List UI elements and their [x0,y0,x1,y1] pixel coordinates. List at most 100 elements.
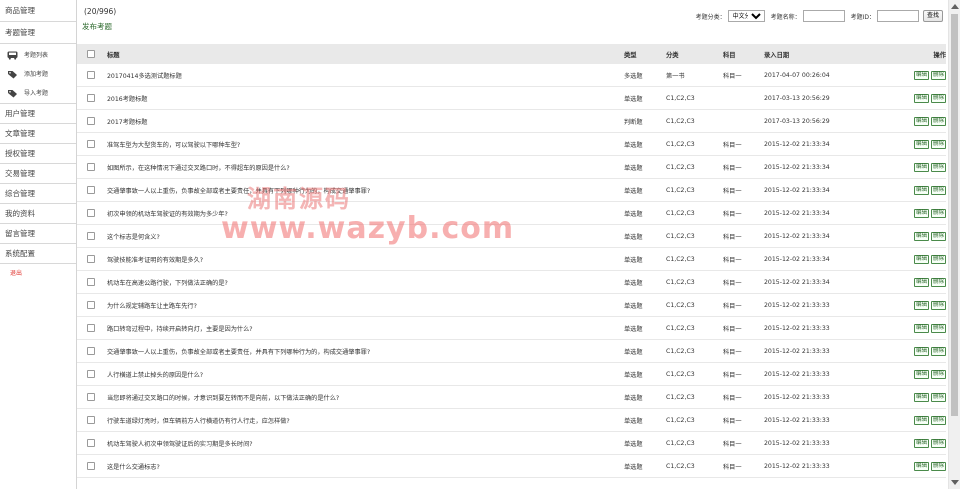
row-checkbox[interactable] [87,301,95,309]
category-select[interactable]: 中文分类 [727,10,765,22]
cell-title[interactable]: 当您即将通过交叉路口的时候，才意识到要左转而不是向前，以下做法正确的是什么? [105,393,624,402]
delete-button[interactable]: 删除 [930,438,946,448]
select-all-checkbox[interactable] [87,50,95,58]
delete-button[interactable]: 删除 [930,300,946,310]
delete-button[interactable]: 删除 [930,369,946,379]
delete-button[interactable]: 删除 [930,93,946,103]
delete-button[interactable]: 删除 [930,461,946,471]
edit-button[interactable]: 编辑 [913,323,929,333]
row-checkbox[interactable] [87,117,95,125]
cell-title[interactable]: 准驾车型为大型货车的，可以驾驶以下哪种车型? [105,140,624,149]
delete-button[interactable]: 删除 [930,139,946,149]
cell-title[interactable]: 2016考题标题 [105,94,624,103]
sidebar-item[interactable]: 交易管理 [0,164,76,184]
table-row: 如图所示，在这种情况下通过交叉路口时，不得超车的原因是什么? 单选题 C1,C2,C… [77,156,946,179]
cell-title[interactable]: 为什么规定辅路车让主路车先行? [105,301,624,310]
row-checkbox[interactable] [87,255,95,263]
delete-button[interactable]: 删除 [930,162,946,172]
delete-button[interactable]: 删除 [930,392,946,402]
scroll-up-arrow-icon[interactable] [951,4,959,9]
row-checkbox[interactable] [87,370,95,378]
edit-button[interactable]: 编辑 [913,392,929,402]
cell-date: 2015-12-02 21:33:34 [764,140,830,148]
sidebar-item[interactable]: 综合管理 [0,184,76,204]
edit-button[interactable]: 编辑 [913,116,929,126]
row-checkbox[interactable] [87,416,95,424]
row-checkbox[interactable] [87,209,95,217]
cell-ops: 编辑 删除 [912,392,946,402]
delete-button[interactable]: 删除 [930,208,946,218]
row-checkbox[interactable] [87,186,95,194]
row-checkbox[interactable] [87,324,95,332]
row-checkbox[interactable] [87,439,95,447]
cell-date: 2017-03-13 20:56:29 [764,94,830,102]
logout-link[interactable]: 退出 [0,264,76,284]
edit-button[interactable]: 编辑 [913,162,929,172]
name-input[interactable] [802,10,845,22]
sidebar-item[interactable]: 留言管理 [0,224,76,244]
delete-button[interactable]: 删除 [930,116,946,126]
row-checkbox[interactable] [87,71,95,79]
delete-button[interactable]: 删除 [930,346,946,356]
edit-button[interactable]: 编辑 [913,70,929,80]
vertical-scrollbar[interactable] [948,0,960,489]
sidebar-item[interactable]: 我的资料 [0,204,76,224]
cell-title[interactable]: 行驶车道绿灯亮时，但车辆前方人行横道仍有行人行走，应怎样做? [105,416,624,425]
cell-title[interactable]: 这是什么交通标志? [105,462,624,471]
row-checkbox[interactable] [87,163,95,171]
cell-checkbox [77,439,105,447]
edit-button[interactable]: 编辑 [913,461,929,471]
publish-question-link[interactable]: 发布考题 [82,21,112,32]
row-checkbox[interactable] [87,232,95,240]
row-checkbox[interactable] [87,347,95,355]
row-checkbox[interactable] [87,393,95,401]
cell-title[interactable]: 交通肇事致一人以上重伤，负事故全部或者主要责任，并具有下列哪种行为的，构成交通肇… [105,347,624,356]
cell-date: 2015-12-02 21:33:34 [764,255,830,263]
sidebar-item[interactable]: 考题管理 [0,22,76,44]
cell-title[interactable]: 驾驶技能准考证明的有效期是多久? [105,255,624,264]
scrollbar-thumb[interactable] [951,14,958,416]
scroll-down-arrow-icon[interactable] [951,480,959,485]
edit-button[interactable]: 编辑 [913,369,929,379]
edit-button[interactable]: 编辑 [913,139,929,149]
cell-title[interactable]: 机动车在高速公路行驶，下列做法正确的是? [105,278,624,287]
edit-button[interactable]: 编辑 [913,231,929,241]
delete-button[interactable]: 删除 [930,254,946,264]
edit-button[interactable]: 编辑 [913,208,929,218]
sidebar-subitem[interactable]: 考题列表 [0,46,76,65]
delete-button[interactable]: 删除 [930,70,946,80]
row-checkbox[interactable] [87,140,95,148]
cell-title[interactable]: 交通肇事致一人以上重伤，负事故全部或者主要责任，并具有下列哪种行为的，构成交通肇… [105,186,624,195]
sidebar-item[interactable]: 用户管理 [0,104,76,124]
delete-button[interactable]: 删除 [930,323,946,333]
row-checkbox[interactable] [87,462,95,470]
cell-title[interactable]: 如图所示，在这种情况下通过交叉路口时，不得超车的原因是什么? [105,163,624,172]
delete-button[interactable]: 删除 [930,231,946,241]
edit-button[interactable]: 编辑 [913,93,929,103]
edit-button[interactable]: 编辑 [913,438,929,448]
edit-button[interactable]: 编辑 [913,415,929,425]
row-checkbox[interactable] [87,94,95,102]
edit-button[interactable]: 编辑 [913,185,929,195]
edit-button[interactable]: 编辑 [913,346,929,356]
cell-title[interactable]: 人行横道上禁止掉头的原因是什么? [105,370,624,379]
search-button[interactable]: 查找 [922,10,943,22]
edit-button[interactable]: 编辑 [913,277,929,287]
id-input[interactable] [876,10,919,22]
sidebar-item[interactable]: 系统配置 [0,244,76,264]
sidebar-subitem[interactable]: 添加考题 [0,65,76,84]
cell-title[interactable]: 路口转弯过程中，持续开启转向灯，主要是因为什么? [105,324,624,333]
sidebar-subitem[interactable]: 导入考题 [0,84,76,103]
edit-button[interactable]: 编辑 [913,254,929,264]
delete-button[interactable]: 删除 [930,185,946,195]
edit-button[interactable]: 编辑 [913,300,929,310]
cell-title[interactable]: 20170414多选测试题标题 [105,71,624,80]
delete-button[interactable]: 删除 [930,277,946,287]
sidebar-item[interactable]: 商品管理 [0,0,76,22]
cell-title[interactable]: 机动车驾驶人初次申领驾驶证后的实习期是多长时间? [105,439,624,448]
cell-title[interactable]: 2017考题标题 [105,117,624,126]
delete-button[interactable]: 删除 [930,415,946,425]
sidebar-item[interactable]: 文章管理 [0,124,76,144]
sidebar-item[interactable]: 授权管理 [0,144,76,164]
row-checkbox[interactable] [87,278,95,286]
